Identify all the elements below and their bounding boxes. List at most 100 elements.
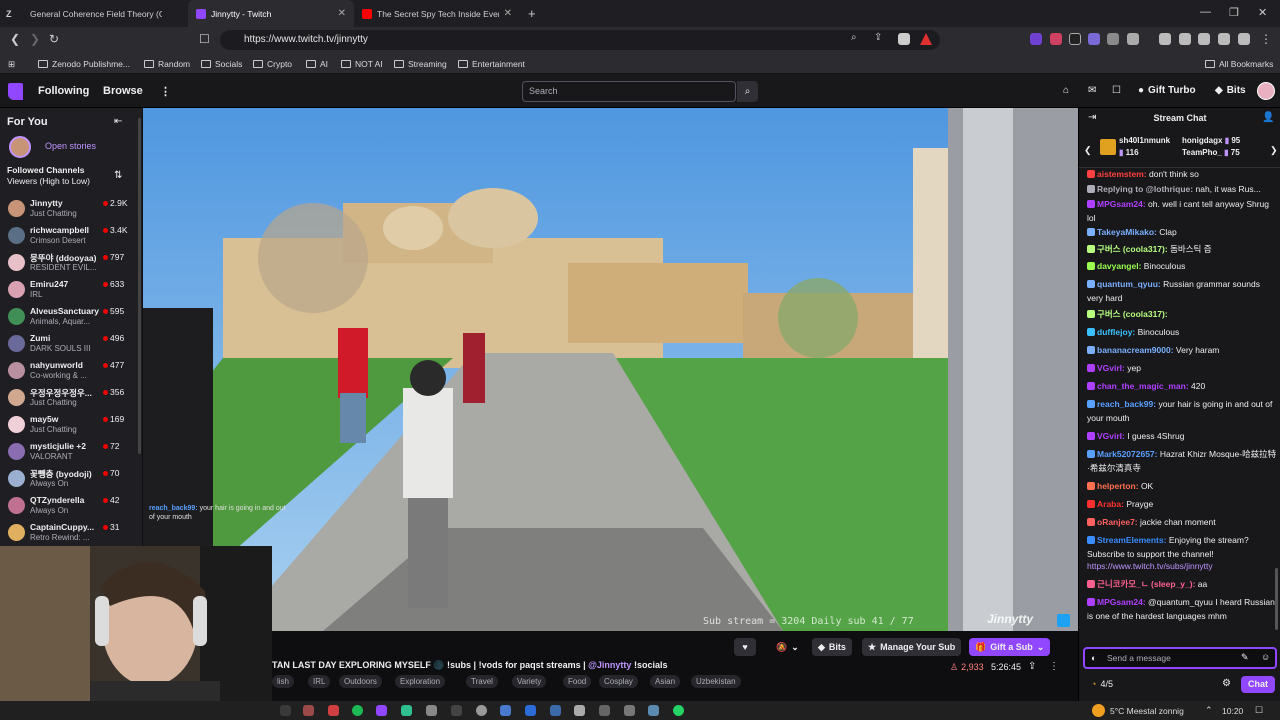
forward-icon[interactable]: ❯ (30, 32, 40, 46)
extension-icon[interactable] (1127, 33, 1139, 45)
sidebar-channel-item[interactable]: Emiru247 IRL 633 (0, 277, 142, 303)
stream-tag[interactable]: Outdoors (339, 675, 382, 688)
tray-chevron-icon[interactable]: ⌃ (1205, 705, 1213, 716)
steam-icon[interactable] (648, 705, 659, 716)
taskbar-app-icon[interactable] (328, 705, 339, 716)
browser-tab-3[interactable]: The Secret Spy Tech Inside Every Cre ✕ (354, 0, 520, 27)
stream-tag[interactable]: Asian (650, 675, 681, 688)
chat-username[interactable]: MPGsam24: (1097, 597, 1146, 607)
open-stories-link[interactable]: Open stories (45, 141, 96, 151)
more-options-icon[interactable]: ⋮ (1049, 661, 1059, 672)
chat-username[interactable]: Replying to @lothrique: (1097, 184, 1193, 194)
streamer-handle-link[interactable]: @Jinnytty (588, 660, 631, 670)
taskbar-app-icon[interactable] (574, 705, 585, 716)
apps-icon[interactable]: ⊞ (8, 59, 15, 70)
menu-icon[interactable]: ⋮ (1260, 32, 1272, 46)
chat-username[interactable]: VGvirl: (1097, 431, 1125, 441)
sidebar-channel-item[interactable]: Zumi DARK SOULS III 496 (0, 331, 142, 357)
sidebar-scrollbar[interactable] (138, 118, 141, 454)
bookmark-item[interactable]: NOT AI (341, 59, 383, 69)
taskbar-app-icon[interactable] (500, 705, 511, 716)
taskbar-app-icon[interactable] (401, 705, 412, 716)
chat-username[interactable]: 구버스 (coola317): (1097, 244, 1168, 254)
close-tab-icon[interactable]: ✕ (504, 8, 512, 19)
taskbar-app-icon[interactable] (599, 705, 610, 716)
stream-tag[interactable]: Food (563, 675, 592, 688)
extensions-icon[interactable] (1198, 33, 1210, 45)
share-icon[interactable]: ⇪ (1028, 661, 1036, 672)
spotify-icon[interactable] (352, 705, 363, 716)
chat-settings-icon[interactable]: ⚙ (1222, 678, 1231, 689)
chat-username[interactable]: dufflejoy: (1097, 327, 1135, 337)
chat-username[interactable]: aistemstem: (1097, 169, 1147, 179)
share-icon[interactable]: ⇪ (874, 32, 882, 43)
sidebar-channel-item[interactable]: CaptainCuppy... Retro Rewind: ... 31 (0, 520, 142, 546)
taskbar-app-icon[interactable] (476, 705, 487, 716)
stream-tag[interactable]: Travel (466, 675, 498, 688)
profile-icon[interactable] (1238, 33, 1250, 45)
bookmark-item[interactable]: Streaming (394, 59, 447, 69)
manage-sub-button[interactable]: ★ Manage Your Sub (862, 638, 962, 656)
taskbar-app-icon[interactable] (303, 705, 314, 716)
media-icon[interactable] (1159, 33, 1171, 45)
chat-send-button[interactable]: Chat (1241, 676, 1275, 693)
stream-tag[interactable]: Variety (512, 675, 547, 688)
sidebar-channel-item[interactable]: nahyunworld Co-working & ... 477 (0, 358, 142, 384)
stream-tag[interactable]: IRL (308, 675, 331, 688)
sidebar-channel-item[interactable]: Jinnytty Just Chatting 2.9K (0, 196, 142, 222)
follow-heart-button[interactable]: ♥ (734, 638, 756, 656)
bits-cheer-button[interactable]: ◆ Bits (812, 638, 852, 656)
chat-username[interactable]: bananacream9000: (1097, 345, 1174, 355)
following-link[interactable]: Following (38, 85, 89, 97)
maximize-icon[interactable]: ❐ (1229, 6, 1239, 19)
search-input[interactable]: Search (522, 81, 736, 102)
chat-username[interactable]: StreamElements: (1097, 535, 1166, 545)
gift-sub-button[interactable]: 🎁 Gift a Sub ⌄ (969, 638, 1051, 656)
sidebar-channel-item[interactable]: 우정우정우정우... Just Chatting 356 (0, 385, 142, 411)
twitch-icon[interactable] (376, 705, 387, 716)
chat-username[interactable]: oRanjee7: (1097, 517, 1138, 527)
whatsapp-icon[interactable] (673, 705, 684, 716)
chat-username[interactable]: helperton: (1097, 481, 1139, 491)
bookmark-item[interactable]: AI (306, 59, 328, 69)
weather-text[interactable]: 5°C Meestal zonnig (1110, 706, 1184, 716)
stream-tag[interactable]: Uzbekistan (691, 675, 741, 688)
minimize-icon[interactable]: — (1200, 6, 1211, 18)
leaderboard-next-icon[interactable]: ❯ (1270, 145, 1278, 156)
chat-username[interactable]: 근니코카모_ㄴ (sleep_y_): (1097, 579, 1195, 589)
all-bookmarks[interactable]: All Bookmarks (1205, 59, 1273, 69)
chat-username[interactable]: MPGsam24: (1097, 199, 1146, 209)
zoom-icon[interactable]: ⌕ (851, 32, 857, 43)
close-window-icon[interactable]: ✕ (1258, 6, 1267, 19)
reload-icon[interactable]: ↻ (49, 32, 59, 46)
more-menu-icon[interactable]: ⋮ (160, 85, 171, 98)
chat-username[interactable]: Mark52072657: (1097, 449, 1158, 459)
chat-username[interactable]: quantum_qyuu: (1097, 279, 1161, 289)
tab-search-icon[interactable]: Z (0, 0, 22, 27)
bookmark-item[interactable]: Crypto (253, 59, 292, 69)
chat-username[interactable]: reach_back99: (1097, 399, 1156, 409)
sidebar-channel-item[interactable]: richwcampbell Crimson Desert 3.4K (0, 223, 142, 249)
bits-button[interactable]: ◆ Bits (1215, 85, 1246, 96)
notifications-icon[interactable]: ☐ (1112, 85, 1121, 96)
bookmark-icon[interactable]: ☐ (199, 32, 210, 46)
stream-tag[interactable]: Exploration (395, 675, 446, 688)
chat-username[interactable]: 구버스 (coola317): (1097, 309, 1168, 319)
browser-tab-2[interactable]: Jinnytty - Twitch ✕ (188, 0, 354, 27)
browse-link[interactable]: Browse (103, 85, 143, 97)
sidebar-channel-item[interactable]: QTZynderella Always On 42 (0, 493, 142, 519)
clock[interactable]: 10:20 (1222, 706, 1243, 716)
notifications-toggle-button[interactable]: 🔕 ⌄ (770, 638, 805, 656)
extension-icon[interactable] (1069, 33, 1081, 45)
twitch-logo-icon[interactable] (8, 83, 23, 100)
emote-picker-icon[interactable]: ☺ (1261, 652, 1270, 662)
bookmark-item[interactable]: Socials (201, 59, 242, 69)
bookmark-item[interactable]: Random (144, 59, 190, 69)
shield-icon[interactable] (898, 33, 910, 45)
taskbar-app-icon[interactable] (280, 705, 291, 716)
video-player[interactable]: reach_back99: your hair is going in and … (143, 108, 1078, 631)
chat-input[interactable]: ◐ Send a message ✎ ☺ (1083, 647, 1277, 669)
whispers-icon[interactable]: ✉ (1088, 85, 1096, 96)
chat-username[interactable]: VGvirl: (1097, 363, 1125, 373)
bookmark-item[interactable]: Zenodo Publishme... (38, 59, 130, 69)
